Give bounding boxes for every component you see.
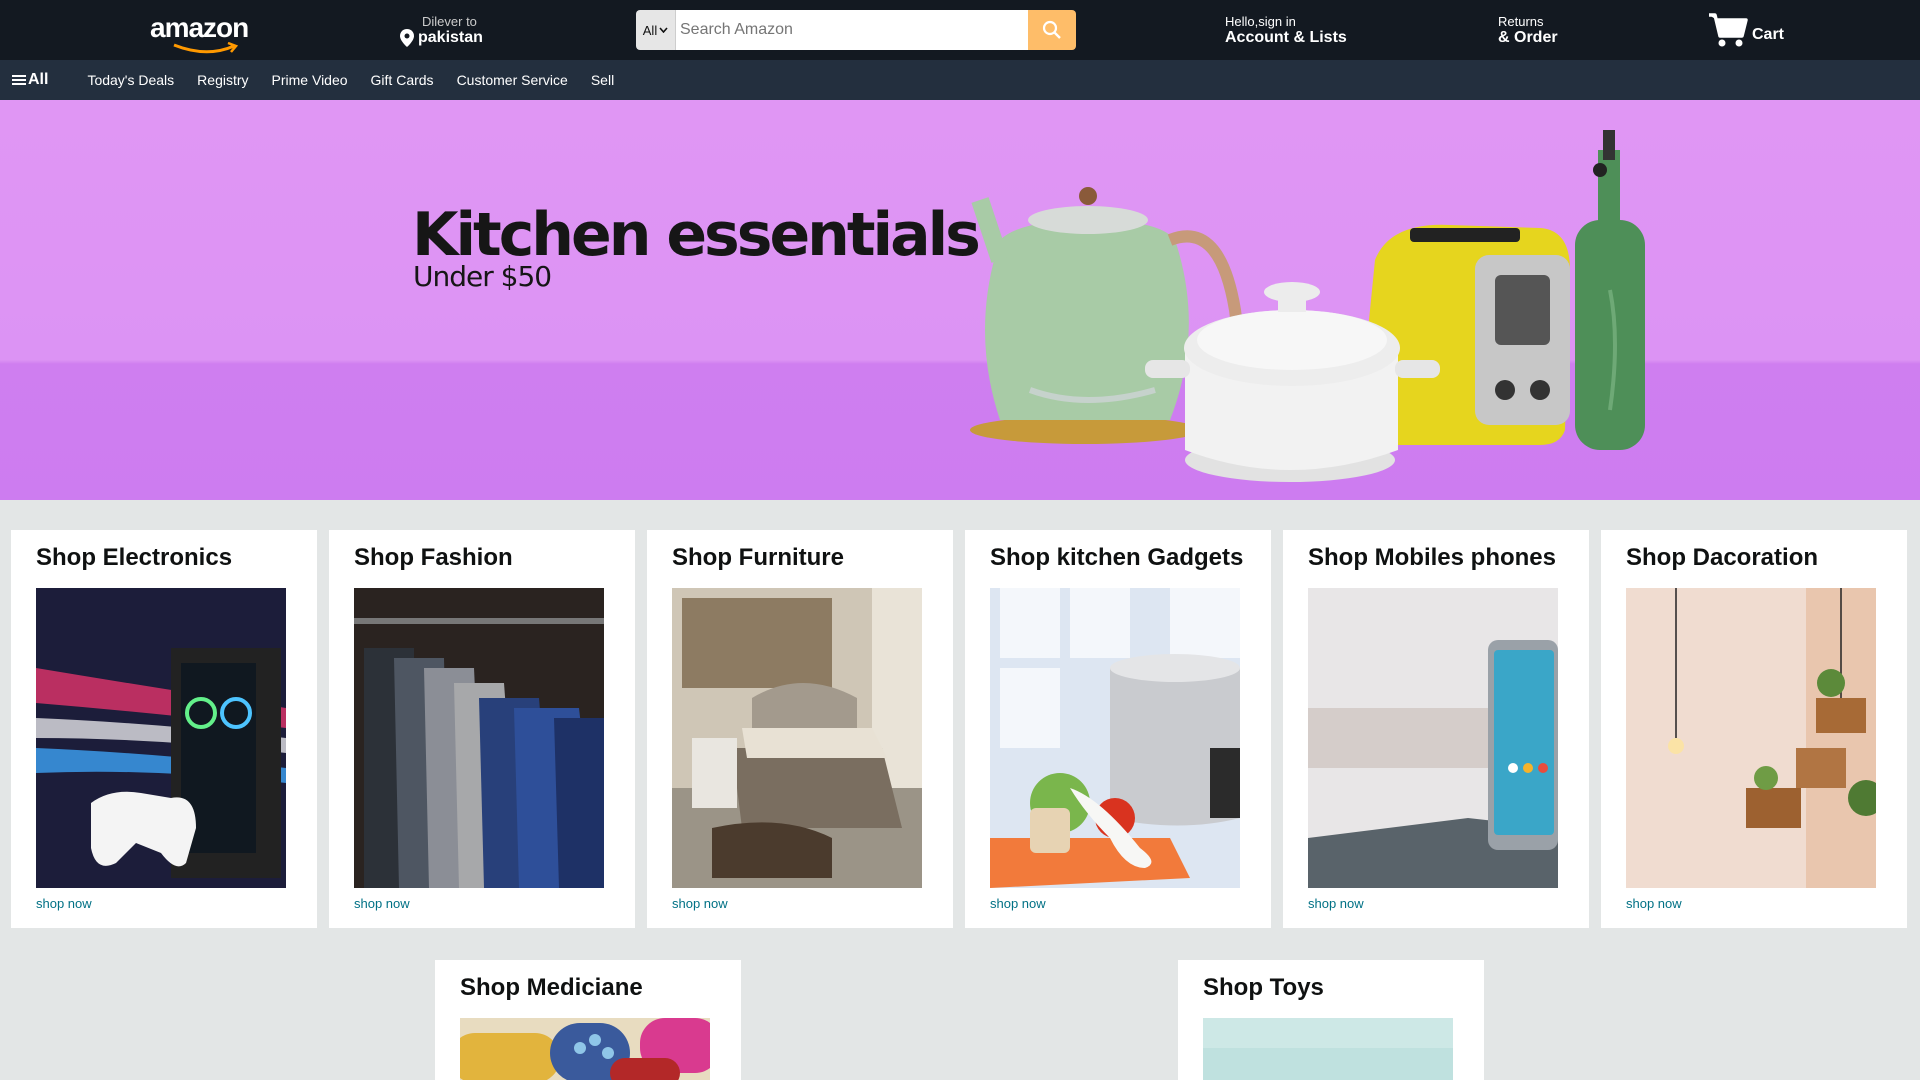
shop-now-link[interactable]: shop now — [1308, 896, 1364, 911]
kitchen-products-image — [970, 130, 1645, 482]
cart-label: Cart — [1752, 26, 1785, 43]
deliver-label: Dilever to — [422, 14, 477, 29]
card-title: Shop Dacoration — [1626, 544, 1819, 571]
cart-button[interactable]: Cart — [1708, 12, 1784, 48]
cart-icon — [1709, 13, 1748, 47]
sub-nav: All Today's Deals Registry Prime Video G… — [0, 60, 1920, 100]
mobiles-image[interactable] — [1308, 588, 1558, 888]
card-title: Shop Furniture — [672, 544, 844, 571]
category-card-decoration: Shop Dacoration shop now — [1601, 530, 1907, 928]
card-title: Shop Toys — [1203, 974, 1324, 1001]
logo-text: amazon — [150, 12, 249, 43]
returns-orders[interactable]: Returns & Order — [1498, 14, 1558, 47]
card-title: Shop Fashion — [354, 544, 513, 571]
search-button[interactable] — [1028, 10, 1076, 50]
hero-banner[interactable]: Kitchen essentials Under $50 — [0, 100, 1920, 500]
search-category-select[interactable]: All — [636, 10, 676, 50]
category-card-kitchen-gadgets: Shop kitchen Gadgets shop now — [965, 530, 1271, 928]
furniture-image[interactable] — [672, 588, 922, 888]
category-card-toys: Shop Toys — [1178, 960, 1484, 1080]
chevron-down-icon — [659, 27, 668, 33]
amazon-logo[interactable]: amazon — [150, 12, 260, 54]
medicine-image[interactable] — [460, 1018, 710, 1080]
account-menu[interactable]: Hello,sign in Account & Lists — [1225, 14, 1347, 47]
shop-now-link[interactable]: shop now — [354, 896, 410, 911]
electronics-image[interactable] — [36, 588, 286, 888]
subnav-prime-video[interactable]: Prime Video — [272, 72, 348, 88]
subnav-customer-service[interactable]: Customer Service — [457, 72, 568, 88]
kitchen-gadgets-image[interactable] — [990, 588, 1240, 888]
toys-image[interactable] — [1203, 1018, 1453, 1080]
subnav-todays-deals[interactable]: Today's Deals — [87, 72, 174, 88]
card-title: Shop Mediciane — [460, 974, 643, 1001]
subnav-sell[interactable]: Sell — [591, 72, 614, 88]
returns-label: Returns — [1498, 14, 1544, 29]
all-menu-button[interactable]: All — [12, 71, 48, 89]
shop-now-link[interactable]: shop now — [1626, 896, 1682, 911]
category-card-furniture: Shop Furniture shop now — [647, 530, 953, 928]
location-value: pakistan — [418, 29, 483, 46]
account-greeting: Hello,sign in — [1225, 14, 1296, 29]
card-title: Shop kitchen Gadgets — [990, 544, 1244, 571]
hamburger-icon — [12, 75, 26, 85]
account-lists-label: Account & Lists — [1225, 29, 1347, 46]
search-input[interactable] — [676, 10, 1028, 50]
top-nav: amazon Dilever to pakistan All Search Am… — [0, 0, 1920, 60]
shop-now-link[interactable]: shop now — [672, 896, 728, 911]
logo-smile-icon — [173, 42, 239, 54]
orders-label: & Order — [1498, 29, 1558, 46]
location-pin-icon — [400, 29, 414, 47]
search-icon — [1042, 20, 1061, 39]
deliver-to[interactable]: Dilever to pakistan — [400, 14, 483, 47]
category-card-electronics: Shop Electronics shop now — [11, 530, 317, 928]
card-title: Shop Mobiles phones — [1308, 544, 1557, 571]
shop-now-link[interactable]: shop now — [36, 896, 92, 911]
subnav-gift-cards[interactable]: Gift Cards — [371, 72, 434, 88]
category-card-medicine: Shop Mediciane — [435, 960, 741, 1080]
decoration-image[interactable] — [1626, 588, 1876, 888]
all-menu-label: All — [28, 71, 49, 88]
hero-subtitle: Under $50 — [413, 260, 552, 293]
category-card-fashion: Shop Fashion shop now — [329, 530, 635, 928]
subnav-registry[interactable]: Registry — [197, 72, 248, 88]
search-category-value: All — [642, 22, 658, 38]
search-bar: All — [636, 10, 1076, 50]
card-title: Shop Electronics — [36, 544, 233, 571]
shop-now-link[interactable]: shop now — [990, 896, 1046, 911]
fashion-image[interactable] — [354, 588, 604, 888]
category-card-mobiles: Shop Mobiles phones shop now — [1283, 530, 1589, 928]
